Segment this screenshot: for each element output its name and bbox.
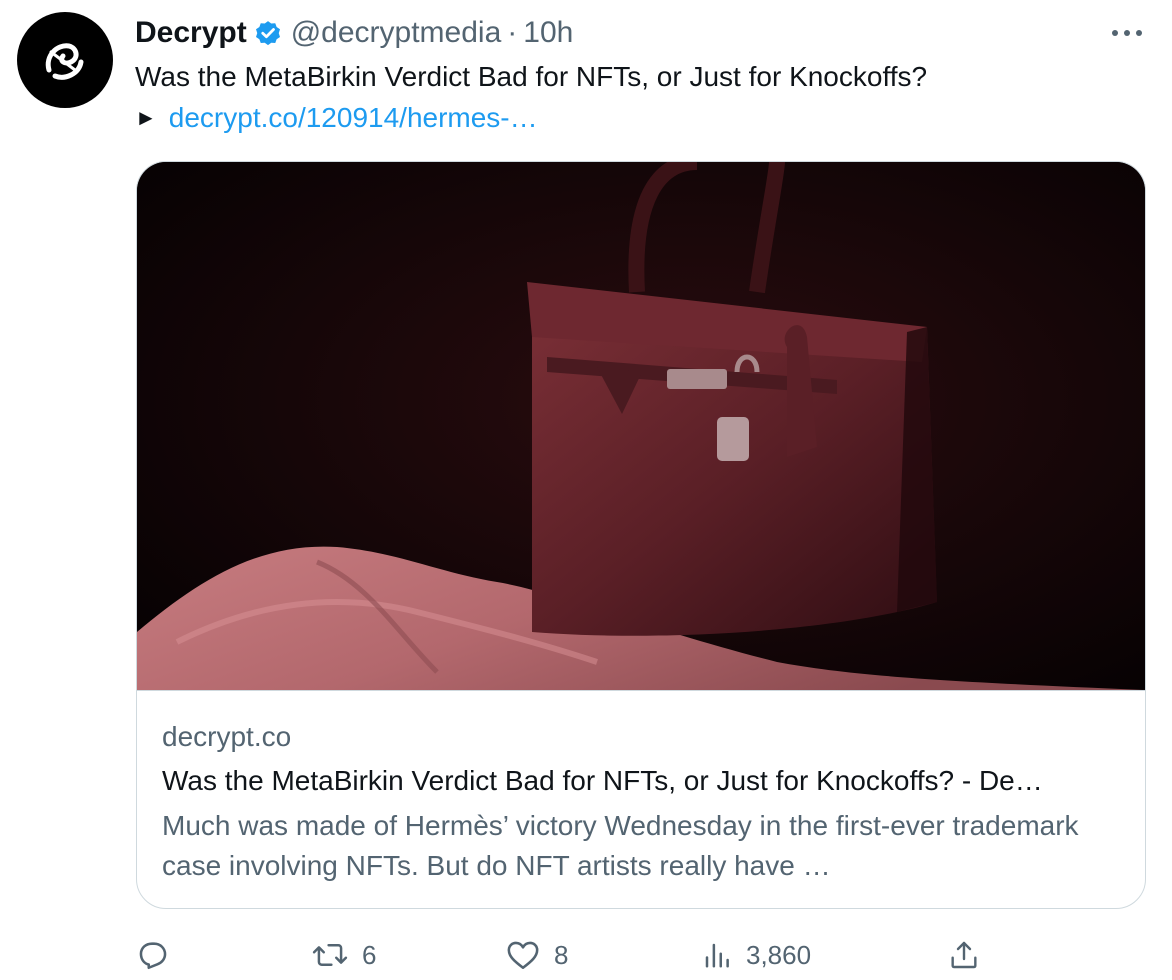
like-button[interactable]: 8 [506, 930, 568, 980]
tweet-link-line: ► decrypt.co/120914/hermes-… [135, 97, 538, 141]
play-arrow-icon: ► [135, 105, 157, 130]
reply-icon [139, 942, 167, 970]
tweet-header: Decrypt @decryptmedia · 10h [135, 12, 573, 54]
card-title: Was the MetaBirkin Verdict Bad for NFTs,… [162, 765, 1043, 796]
share-button[interactable] [948, 930, 980, 980]
card-description: Much was made of Hermès’ victory Wednesd… [162, 810, 1079, 881]
more-options-button[interactable] [1104, 16, 1150, 50]
share-icon [951, 941, 977, 969]
link-preview-card[interactable]: decrypt.co Was the MetaBirkin Verdict Ba… [136, 161, 1146, 909]
author-handle[interactable]: @decryptmedia [291, 12, 502, 54]
card-image [137, 162, 1145, 691]
tweet-link[interactable]: decrypt.co/120914/hermes-… [169, 102, 538, 133]
more-dots-icon [1112, 30, 1142, 36]
views-chart-icon [705, 943, 729, 968]
verified-badge-icon [253, 18, 283, 48]
card-domain: decrypt.co [162, 721, 292, 752]
tweet-text: Was the MetaBirkin Verdict Bad for NFTs,… [135, 61, 928, 92]
views-count: 3,860 [746, 939, 812, 970]
header-separator: · [507, 16, 518, 49]
author-display-name[interactable]: Decrypt [135, 12, 247, 54]
tweet-timestamp[interactable]: 10h [523, 12, 573, 54]
retweet-button[interactable]: 6 [312, 930, 376, 980]
retweet-icon [312, 944, 348, 966]
views-button[interactable]: 3,860 [702, 930, 811, 980]
heart-icon [507, 941, 539, 970]
author-avatar[interactable] [17, 12, 113, 108]
tweet-action-bar: 6 8 3,860 [0, 930, 1172, 980]
reply-button[interactable] [136, 930, 170, 980]
retweet-count: 6 [362, 939, 377, 970]
handbag-photo [137, 162, 1145, 690]
like-count: 8 [554, 939, 569, 970]
decrypt-logo-icon [45, 43, 84, 80]
